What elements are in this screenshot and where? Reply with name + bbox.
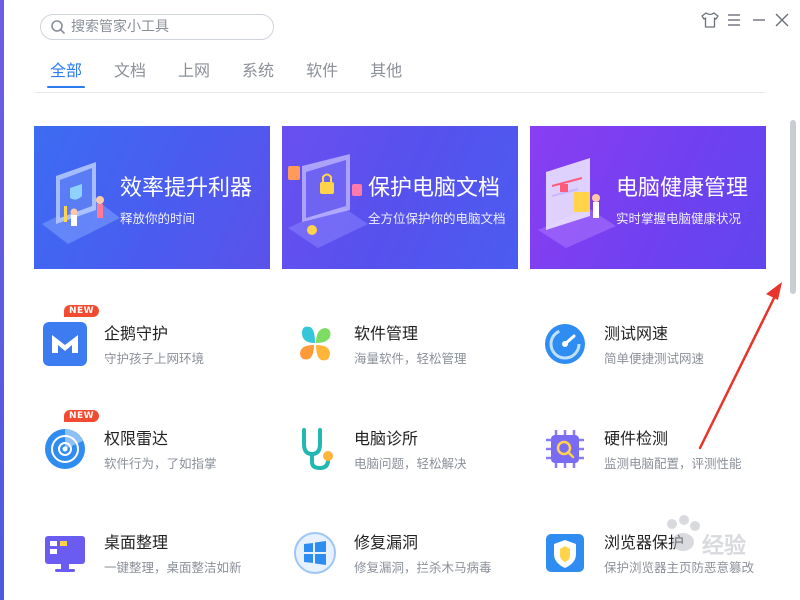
search-input[interactable] bbox=[71, 19, 261, 35]
banner-subtitle: 实时掌握电脑健康状况 bbox=[616, 211, 742, 226]
banner-health[interactable]: 电脑健康管理 实时掌握电脑健康状况 bbox=[530, 126, 766, 269]
tool-permission-radar[interactable]: NEW 权限雷达 软件行为，了如指掌 bbox=[34, 410, 260, 484]
tab-other[interactable]: 其他 bbox=[354, 58, 418, 90]
health-chart-illustration bbox=[538, 158, 616, 248]
minimize-icon[interactable] bbox=[749, 10, 769, 30]
tab-system[interactable]: 系统 bbox=[226, 58, 290, 90]
banner-efficiency[interactable]: 效率提升利器 释放你的时间 bbox=[34, 126, 270, 269]
software-manager-icon bbox=[300, 326, 331, 361]
tool-name: 权限雷达 bbox=[104, 429, 169, 448]
banner-title: 电脑健康管理 bbox=[616, 176, 749, 201]
watermark: 经验 bbox=[660, 512, 746, 560]
tool-desktop-organize[interactable]: 桌面整理 一键整理，桌面整洁如新 bbox=[34, 524, 260, 588]
new-badge: NEW bbox=[64, 410, 100, 422]
tool-name: 修复漏洞 bbox=[354, 533, 419, 552]
tool-description: 一键整理，桌面整洁如新 bbox=[104, 560, 242, 575]
browser-shield-icon bbox=[546, 534, 584, 572]
banner-title: 保护电脑文档 bbox=[368, 176, 501, 201]
tab-all[interactable]: 全部 bbox=[34, 58, 98, 90]
annotation-arrow-icon bbox=[698, 282, 782, 450]
tab-divider bbox=[34, 92, 766, 93]
tool-description: 守护孩子上网环境 bbox=[104, 351, 205, 366]
tool-penguin-guard[interactable]: NEW 企鹅守护 守护孩子上网环境 bbox=[34, 305, 260, 379]
category-tabs: 全部 文档 上网 系统 软件 其他 bbox=[34, 58, 418, 90]
efficiency-illustration bbox=[42, 162, 120, 244]
tool-name: 硬件检测 bbox=[604, 429, 669, 448]
tool-description: 海量软件，轻松管理 bbox=[354, 351, 467, 366]
watermark-text: 经验 bbox=[702, 534, 747, 559]
desktop-icon bbox=[45, 536, 85, 572]
chip-icon bbox=[546, 430, 584, 468]
tool-name: 电脑诊所 bbox=[354, 429, 419, 448]
new-badge: NEW bbox=[64, 305, 100, 317]
banner-protect-documents[interactable]: 保护电脑文档 全方位保护你的电脑文档 bbox=[282, 126, 518, 269]
radar-icon bbox=[45, 429, 85, 469]
banner-subtitle: 释放你的时间 bbox=[120, 211, 196, 226]
skin-icon[interactable] bbox=[700, 10, 720, 30]
window-border bbox=[0, 0, 4, 600]
tool-pc-clinic[interactable]: 电脑诊所 电脑问题，轻松解决 bbox=[284, 420, 510, 484]
stethoscope-icon bbox=[302, 428, 333, 471]
tab-internet[interactable]: 上网 bbox=[162, 58, 226, 90]
tool-name: 企鹅守护 bbox=[104, 324, 169, 343]
tool-fix-vulnerability[interactable]: 修复漏洞 修复漏洞，拦杀木马病毒 bbox=[284, 524, 510, 588]
tab-software[interactable]: 软件 bbox=[290, 58, 354, 90]
document-lock-illustration bbox=[288, 154, 368, 248]
menu-icon[interactable] bbox=[724, 10, 744, 30]
tool-name: 软件管理 bbox=[354, 324, 419, 343]
tool-description: 简单便捷测试网速 bbox=[604, 351, 705, 366]
tool-name: 桌面整理 bbox=[104, 533, 169, 552]
scrollbar-thumb[interactable] bbox=[790, 120, 796, 294]
paw-watermark-icon bbox=[667, 515, 700, 551]
search-icon bbox=[50, 19, 66, 35]
tool-description: 软件行为，了如指掌 bbox=[104, 456, 217, 471]
tool-name: 测试网速 bbox=[604, 324, 669, 343]
banner-subtitle: 全方位保护你的电脑文档 bbox=[368, 211, 506, 226]
tab-documents[interactable]: 文档 bbox=[98, 58, 162, 90]
tool-software-manager[interactable]: 软件管理 海量软件，轻松管理 bbox=[284, 315, 510, 379]
tool-description: 修复漏洞，拦杀木马病毒 bbox=[354, 560, 492, 575]
tool-description: 监测电脑配置，评测性能 bbox=[604, 456, 742, 471]
windows-icon bbox=[294, 532, 336, 574]
speedometer-icon bbox=[545, 324, 585, 364]
close-icon[interactable] bbox=[772, 10, 792, 30]
penguin-guard-icon bbox=[43, 322, 87, 366]
tool-description: 电脑问题，轻松解决 bbox=[354, 456, 467, 471]
search-box[interactable] bbox=[40, 14, 274, 40]
banner-title: 效率提升利器 bbox=[120, 176, 253, 201]
